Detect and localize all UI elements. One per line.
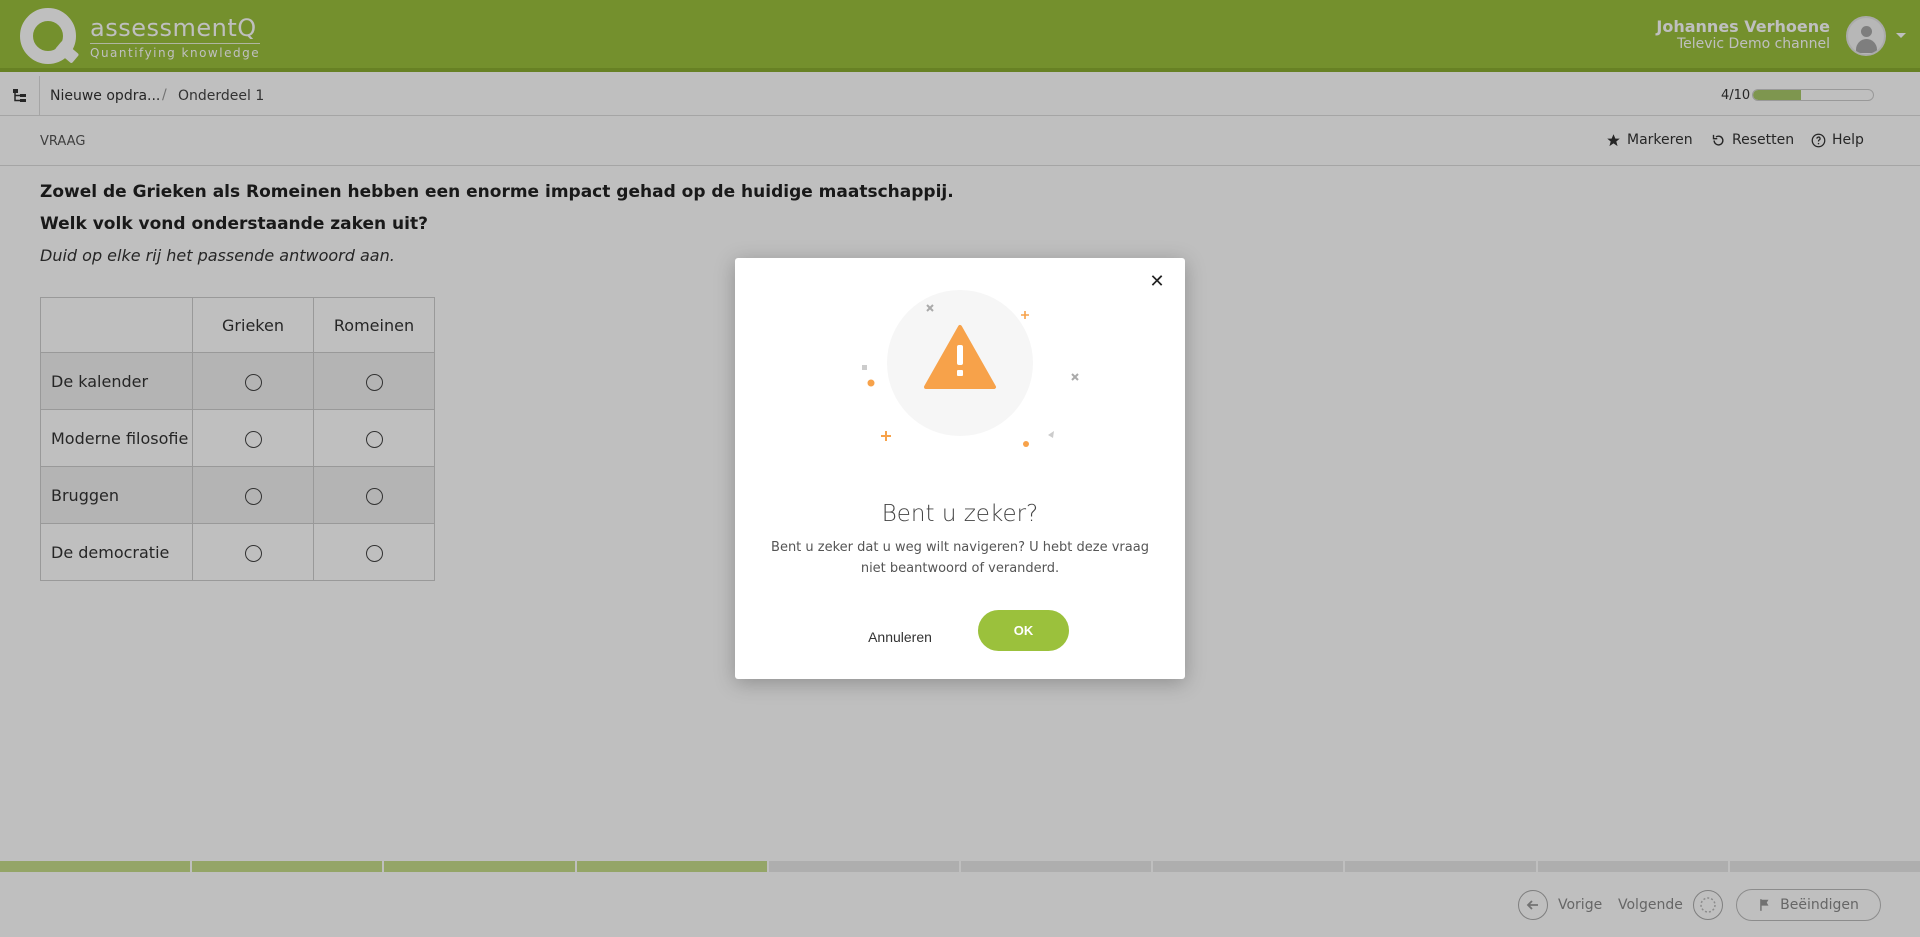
confirm-dialog: ✕ Bent u zeker? Bent u zeker dat u weg w… (735, 258, 1185, 679)
cancel-button[interactable]: Annuleren (855, 619, 945, 655)
close-icon[interactable]: ✕ (1147, 272, 1167, 292)
dialog-message: Bent u zeker dat u weg wilt navigeren? U… (771, 540, 1149, 576)
ok-button[interactable]: OK (978, 610, 1069, 651)
warning-illustration (862, 290, 1079, 447)
dialog-title: Bent u zeker? (881, 501, 1039, 527)
